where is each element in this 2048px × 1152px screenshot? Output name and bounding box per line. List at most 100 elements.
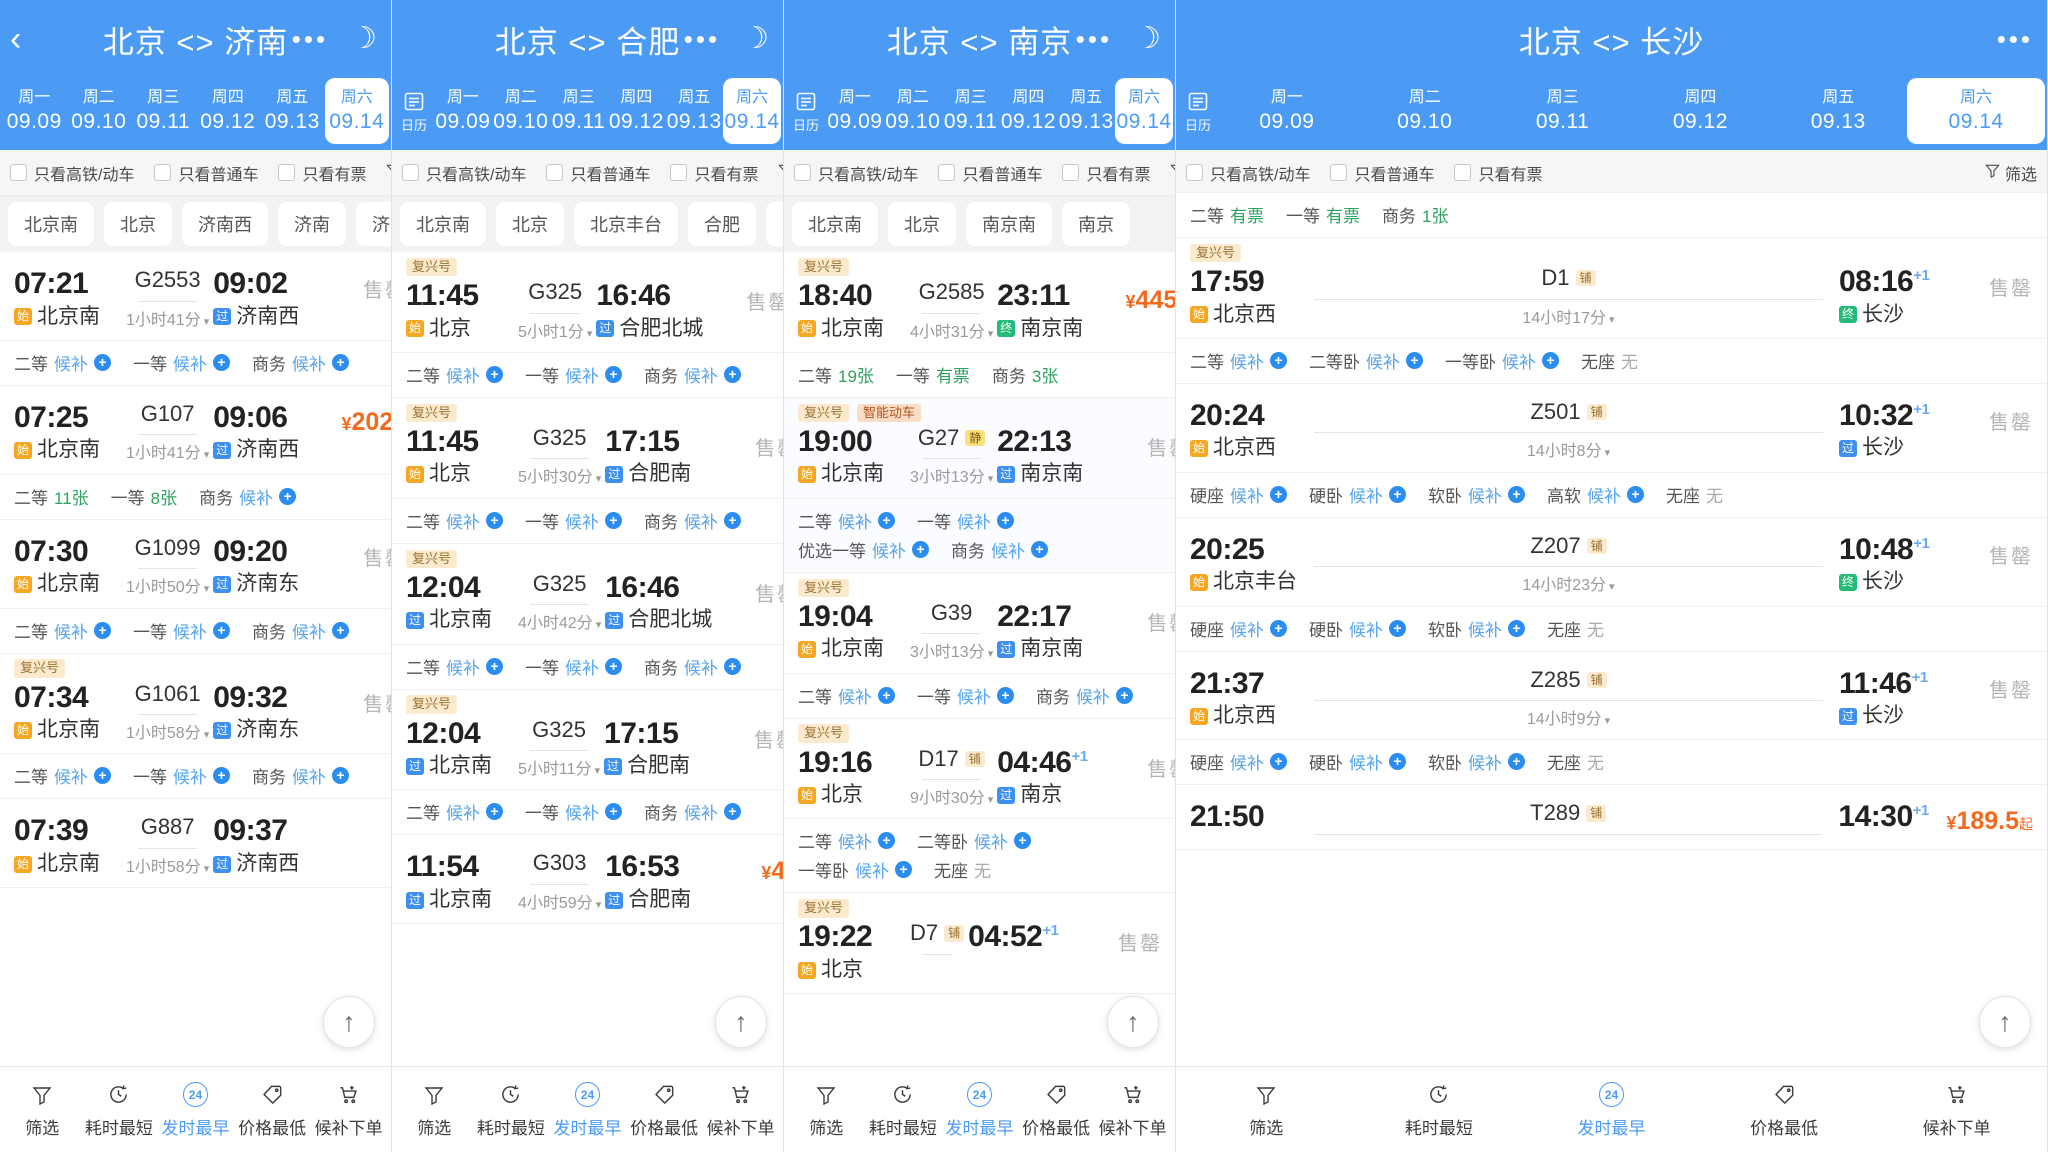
add-waitlist-icon[interactable]: + <box>213 767 230 785</box>
seat-class[interactable]: 二等 候补 + <box>406 654 503 679</box>
toolbar-badge-24[interactable]: 24 发时最早 <box>157 1081 234 1139</box>
train-row[interactable]: 07:30始北京南G10991小时50分▾09:20过济南东售罄二等候补+一等候… <box>0 519 391 654</box>
date-cell-09-12[interactable]: 周四 09.12 <box>999 78 1057 144</box>
toolbar-clock[interactable]: 耗时最短 <box>473 1081 550 1139</box>
seat-class[interactable]: 无座无 <box>1581 348 1638 373</box>
seat-class[interactable]: 二等 候补 + <box>406 508 503 533</box>
seat-class[interactable]: 硬卧 候补 + <box>1309 482 1406 507</box>
add-waitlist-icon[interactable]: + <box>605 511 622 529</box>
date-cell-09-11[interactable]: 周三 09.11 <box>550 78 608 144</box>
date-cell-09-10[interactable]: 周二 09.10 <box>884 78 942 144</box>
train-row[interactable]: 复兴号19:16始北京D17铺9小时30分▾04:46+1过南京售罄二等候补+二… <box>784 718 1175 894</box>
seat-class[interactable]: 无座无 <box>1547 616 1604 641</box>
toolbar-cart-plus[interactable]: 候补下单 <box>1094 1081 1171 1139</box>
seat-class[interactable]: 无座无 <box>934 857 991 882</box>
trip-duration[interactable]: 4小时42分 ▾ <box>518 609 601 633</box>
add-waitlist-icon[interactable]: + <box>486 657 503 675</box>
date-cell-09-10[interactable]: 周二 09.10 <box>492 78 550 144</box>
add-waitlist-icon[interactable]: + <box>605 365 622 383</box>
train-row[interactable]: 21:50 T289 铺 14:30+1 ¥189.5起 <box>1176 785 2047 850</box>
train-row[interactable]: 复兴号12:04过北京南G3254小时42分▾16:46过合肥北城售罄二等候补+… <box>392 543 783 690</box>
filter-checkbox-1[interactable]: 只看普通车 <box>928 161 1052 185</box>
add-waitlist-icon[interactable]: + <box>1014 832 1031 850</box>
scroll-to-top-button[interactable]: ↑ <box>1979 996 2031 1048</box>
more-options-icon[interactable]: ••• <box>292 26 328 52</box>
add-waitlist-icon[interactable]: + <box>1508 619 1525 637</box>
calendar-icon[interactable]: 日历 <box>1178 78 1218 144</box>
add-waitlist-icon[interactable]: + <box>912 540 929 558</box>
checkbox-icon[interactable] <box>1186 164 1203 181</box>
seat-class[interactable]: 二等 候补 + <box>798 683 895 708</box>
date-cell-09-12[interactable]: 周四 09.12 <box>607 78 665 144</box>
toolbar-tag[interactable]: 价格最低 <box>626 1081 703 1139</box>
add-waitlist-icon[interactable]: + <box>332 621 349 639</box>
station-chip[interactable]: 合肥南 <box>766 202 783 246</box>
filter-button[interactable]: 筛选 <box>768 161 783 185</box>
add-waitlist-icon[interactable]: + <box>486 511 503 529</box>
add-waitlist-icon[interactable]: + <box>1508 753 1525 771</box>
trip-duration[interactable]: 5小时30分 ▾ <box>518 463 601 487</box>
date-cell-09-14[interactable]: 周六 09.14 <box>723 78 781 144</box>
date-cell-09-10[interactable]: 周二 09.10 <box>67 78 132 144</box>
trip-duration[interactable]: 3小时13分 ▾ <box>910 638 993 662</box>
add-waitlist-icon[interactable]: + <box>1508 485 1525 503</box>
checkbox-icon[interactable] <box>1454 164 1472 181</box>
seat-class[interactable]: 二等 11张 <box>14 484 89 509</box>
train-row[interactable]: 07:21始北京南G25531小时41分▾09:02过济南西售罄二等候补+一等候… <box>0 252 391 386</box>
train-row[interactable]: 07:39 始北京南 G887 1小时58分 ▾ 09:37 过济南西 <box>0 799 391 889</box>
add-waitlist-icon[interactable]: + <box>1389 619 1406 637</box>
date-cell-09-14[interactable]: 周六 09.14 <box>1907 78 2045 144</box>
seat-class[interactable]: 商务 候补 + <box>252 763 349 788</box>
station-chip[interactable]: 北京南 <box>400 202 486 246</box>
filter-button[interactable]: 筛选 <box>1160 161 1175 185</box>
seat-class[interactable]: 二等卧 候补 + <box>917 828 1031 853</box>
add-waitlist-icon[interactable]: + <box>1389 485 1406 503</box>
seat-class[interactable]: 商务 候补 + <box>252 350 349 375</box>
station-chip[interactable]: 合肥 <box>688 202 756 246</box>
date-cell-09-12[interactable]: 周四 09.12 <box>196 78 261 144</box>
train-row[interactable]: 复兴号 19:22 始北京 D7 铺 04:52+1 售罄 <box>784 893 1175 995</box>
chevron-down-icon[interactable]: ▾ <box>204 729 210 741</box>
add-waitlist-icon[interactable]: + <box>724 365 741 383</box>
scroll-to-top-button[interactable]: ↑ <box>715 996 767 1048</box>
chevron-down-icon[interactable]: ▾ <box>595 765 601 777</box>
trip-duration[interactable]: 1小时41分 ▾ <box>126 439 209 463</box>
seat-class[interactable]: 二等 候补 + <box>1190 348 1287 373</box>
add-waitlist-icon[interactable]: + <box>279 487 297 505</box>
train-row[interactable]: 07:25始北京南G1071小时41分▾09:06过济南西¥202起二等11张一… <box>0 385 391 520</box>
add-waitlist-icon[interactable]: + <box>997 511 1014 529</box>
seat-class[interactable]: 一等 有票 <box>1286 202 1360 227</box>
add-waitlist-icon[interactable]: + <box>1406 351 1423 369</box>
checkbox-icon[interactable] <box>1330 164 1348 181</box>
filter-checkbox-0[interactable]: 只看高铁/动车 <box>0 161 144 185</box>
add-waitlist-icon[interactable]: + <box>1270 753 1287 771</box>
seat-class[interactable]: 二等卧 候补 + <box>1309 348 1423 373</box>
filter-checkbox-0[interactable]: 只看高铁/动车 <box>1176 161 1320 185</box>
chevron-down-icon[interactable]: ▾ <box>1605 447 1611 459</box>
seat-class[interactable]: 商务 1张 <box>1382 202 1448 227</box>
add-waitlist-icon[interactable]: + <box>486 365 503 383</box>
station-chip[interactable]: 北京 <box>888 202 956 246</box>
filter-checkbox-1[interactable]: 只看普通车 <box>144 161 268 185</box>
add-waitlist-icon[interactable]: + <box>724 657 741 675</box>
checkbox-icon[interactable] <box>402 164 419 181</box>
date-cell-09-09[interactable]: 周一 09.09 <box>434 78 492 144</box>
seat-class[interactable]: 一等 8张 <box>111 484 177 509</box>
seat-class[interactable]: 商务 候补 + <box>644 362 741 387</box>
seat-class[interactable]: 硬卧 候补 + <box>1309 616 1406 641</box>
trip-duration[interactable]: 14小时9分 ▾ <box>1302 705 1835 729</box>
seat-class[interactable]: 一等 候补 + <box>525 654 622 679</box>
seat-class[interactable]: 一等 候补 + <box>525 799 622 824</box>
checkbox-icon[interactable] <box>154 164 172 181</box>
seat-class[interactable]: 二等 候补 + <box>406 799 503 824</box>
toolbar-tag[interactable]: 价格最低 <box>1698 1081 1871 1139</box>
toolbar-clock[interactable]: 耗时最短 <box>865 1081 942 1139</box>
seat-class[interactable]: 一等 候补 + <box>525 508 622 533</box>
chevron-down-icon[interactable]: ▾ <box>204 316 210 328</box>
toolbar-funnel[interactable]: 筛选 <box>4 1081 81 1139</box>
add-waitlist-icon[interactable]: + <box>997 686 1014 704</box>
checkbox-icon[interactable] <box>1062 164 1080 181</box>
train-row[interactable]: 20:24 始北京西 Z501 铺 14小时8分 ▾ 10:32+1 过长沙 售罄 硬座 候补 + 硬卧… <box>1176 383 2047 518</box>
moon-icon[interactable]: ☽ <box>742 24 769 54</box>
seat-class[interactable]: 硬座 候补 + <box>1190 482 1287 507</box>
